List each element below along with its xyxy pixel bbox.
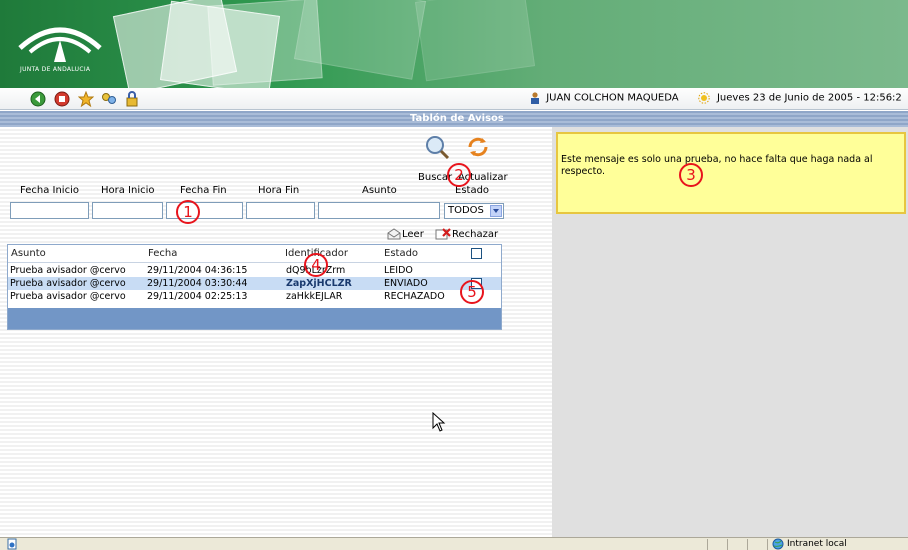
- cell-estado: ENVIADO: [384, 278, 428, 289]
- message-note: Este mensaje es solo una prueba, no hace…: [556, 132, 906, 214]
- lock-icon[interactable]: [124, 91, 140, 107]
- user-info: JUAN COLCHON MAQUEDA Jueves 23 de Junio …: [530, 92, 902, 104]
- status-bar: Intranet local: [0, 537, 908, 550]
- fecha-inicio-input[interactable]: [10, 202, 89, 219]
- calendar-sun-icon: [698, 92, 710, 104]
- cell-asunto: Prueba avisador @cervo: [10, 265, 126, 276]
- search-icon[interactable]: [424, 134, 450, 160]
- note-text: Este mensaje es solo una prueba, no hace…: [561, 154, 873, 177]
- cell-fecha: 29/11/2004 03:30:44: [147, 278, 248, 289]
- table-row[interactable]: Prueba avisador @cervo 29/11/2004 04:36:…: [8, 264, 501, 277]
- envelope-open-icon[interactable]: [387, 228, 401, 240]
- col-estado[interactable]: Estado: [384, 245, 418, 263]
- annotation-marker: 4: [304, 253, 328, 277]
- label-hora-fin: Hora Fin: [258, 185, 300, 196]
- cell-estado: LEIDO: [384, 265, 413, 276]
- col-fecha[interactable]: Fecha: [148, 245, 177, 263]
- stop-icon[interactable]: [54, 91, 70, 107]
- toolbar: JUAN COLCHON MAQUEDA Jueves 23 de Junio …: [0, 88, 908, 110]
- col-asunto[interactable]: Asunto: [11, 245, 46, 263]
- hora-fin-input[interactable]: [246, 202, 315, 219]
- chevron-down-icon[interactable]: [490, 205, 502, 217]
- status-divider: [707, 539, 708, 550]
- status-divider: [767, 539, 768, 550]
- mouse-cursor-icon: [432, 412, 446, 432]
- app-window: JUNTA DE ANDALUCIA JUAN COLCHON MAQUEDA …: [0, 0, 908, 550]
- cell-fecha: 29/11/2004 02:25:13: [147, 291, 248, 302]
- annotation-marker: 3: [679, 163, 703, 187]
- table-header: [8, 245, 501, 263]
- asunto-input[interactable]: [318, 202, 440, 219]
- banner: JUNTA DE ANDALUCIA: [0, 0, 908, 88]
- reject-icon[interactable]: [435, 228, 451, 240]
- user-name: JUAN COLCHON MAQUEDA: [546, 92, 679, 104]
- label-fecha-fin: Fecha Fin: [180, 185, 227, 196]
- cell-identificador[interactable]: ZapXjHCLZR: [286, 277, 352, 290]
- cell-estado: RECHAZADO: [384, 291, 445, 302]
- table-footer: [8, 308, 501, 329]
- page-title: Tablón de Avisos: [410, 113, 504, 124]
- table-row[interactable]: Prueba avisador @cervo 29/11/2004 03:30:…: [8, 277, 501, 290]
- cell-fecha: 29/11/2004 04:36:15: [147, 265, 248, 276]
- status-divider: [727, 539, 728, 550]
- hora-inicio-input[interactable]: [92, 202, 163, 219]
- label-fecha-inicio: Fecha Inicio: [20, 185, 79, 196]
- user-icon: [531, 92, 539, 104]
- leer-button[interactable]: Leer: [402, 229, 424, 240]
- right-panel: Este mensaje es solo una prueba, no hace…: [552, 127, 908, 537]
- left-panel: Buscar Actualizar Fecha Inicio Hora Inic…: [0, 127, 552, 537]
- datetime-text: Jueves 23 de Junio de 2005 - 12:56:2: [716, 92, 902, 104]
- banner-decoration: [414, 0, 536, 82]
- cell-identificador[interactable]: zaHkkEJLAR: [286, 290, 342, 303]
- estado-select-value: TODOS: [448, 205, 484, 216]
- page-icon: [7, 538, 17, 550]
- zone-text: Intranet local: [787, 539, 847, 549]
- annotation-marker: 1: [176, 200, 200, 224]
- cell-asunto: Prueba avisador @cervo: [10, 278, 126, 289]
- label-asunto: Asunto: [362, 185, 397, 196]
- annotation-marker: 5: [460, 280, 484, 304]
- cell-asunto: Prueba avisador @cervo: [10, 291, 126, 302]
- org-name: JUNTA DE ANDALUCIA: [20, 66, 91, 73]
- star-icon[interactable]: [78, 91, 94, 107]
- estado-select[interactable]: TODOS: [444, 203, 504, 219]
- keys-icon[interactable]: [101, 91, 117, 107]
- select-all-checkbox[interactable]: [471, 248, 482, 259]
- section-title-bar: Tablón de Avisos: [0, 111, 908, 127]
- refresh-icon[interactable]: [466, 135, 490, 159]
- table-row[interactable]: Prueba avisador @cervo 29/11/2004 02:25:…: [8, 290, 501, 303]
- status-divider: [747, 539, 748, 550]
- annotation-marker: 2: [447, 163, 471, 187]
- label-hora-inicio: Hora Inicio: [101, 185, 155, 196]
- globe-icon: [772, 538, 784, 550]
- back-icon[interactable]: [30, 91, 46, 107]
- avisos-table: Asunto Fecha Identificador Estado Prueba…: [7, 244, 502, 330]
- rechazar-button[interactable]: Rechazar: [452, 229, 498, 240]
